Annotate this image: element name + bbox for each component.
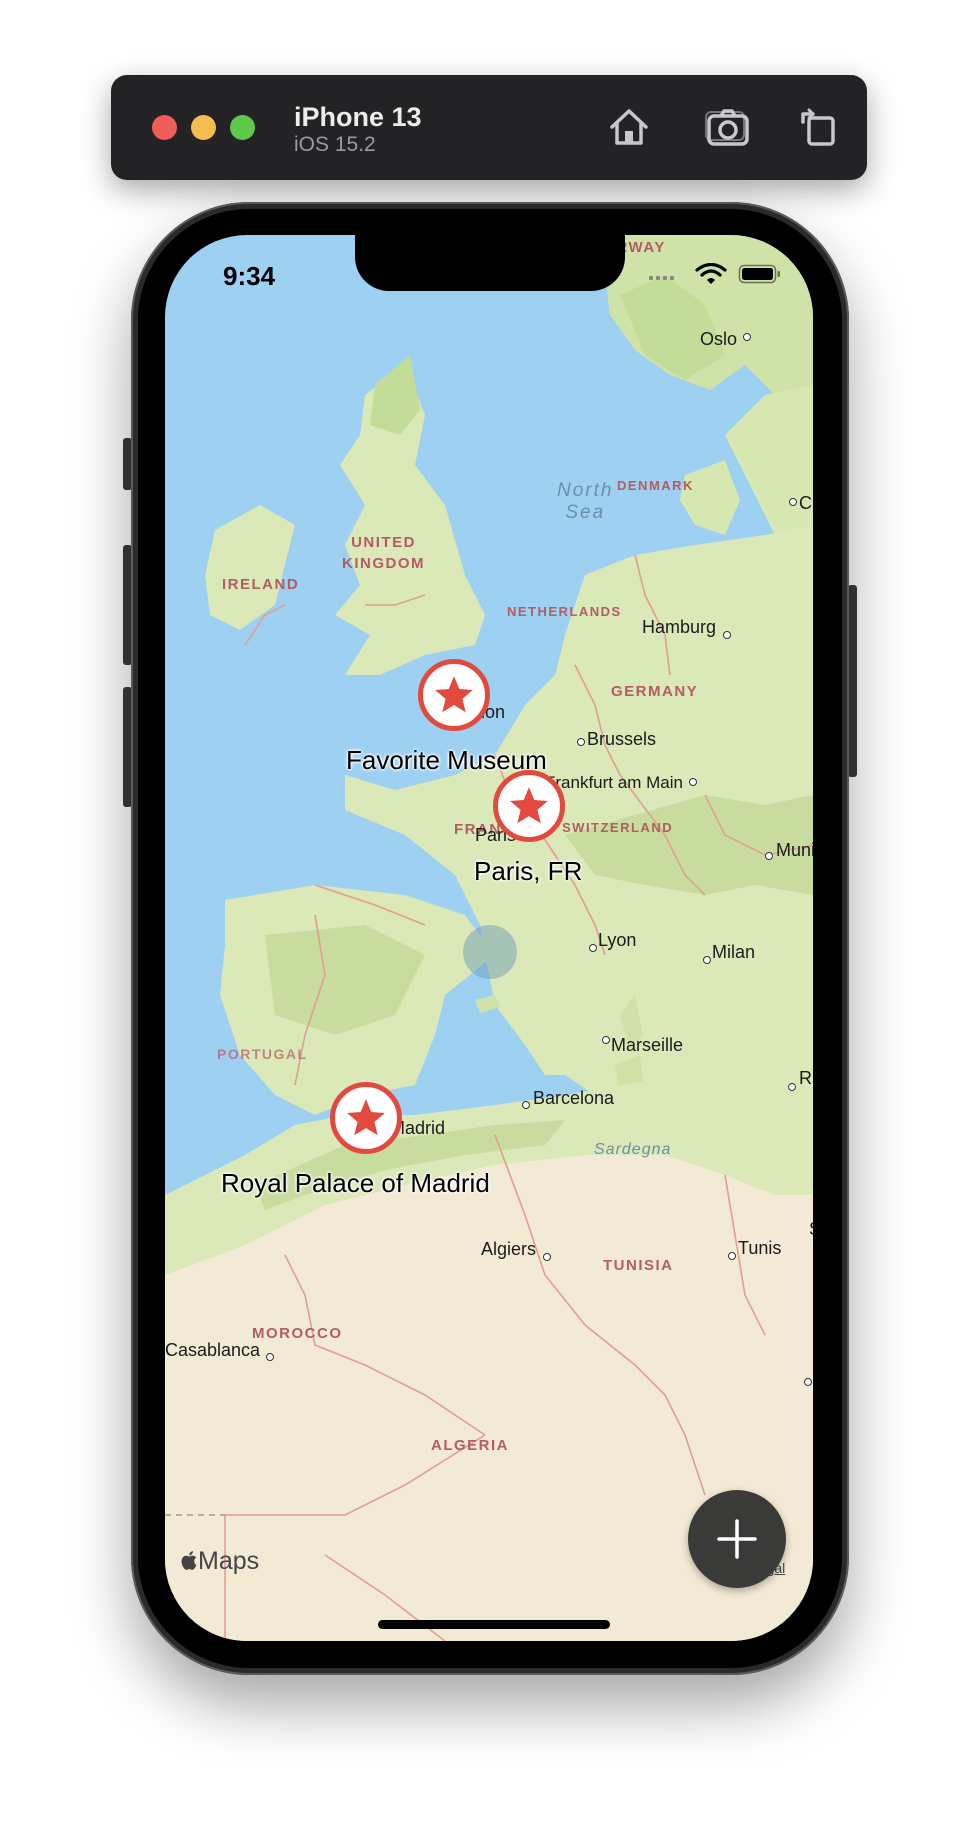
city-dot <box>728 1252 736 1260</box>
city-dot <box>589 944 597 952</box>
phone-screen: NORWAY DENMARK UNITED KINGDOM IRELAND NE… <box>165 235 813 1641</box>
city-dot <box>522 1101 530 1109</box>
city-dot <box>602 1036 610 1044</box>
home-icon <box>610 109 648 145</box>
minimize-window-button[interactable] <box>191 115 216 140</box>
city-dot <box>723 631 731 639</box>
apple-logo-icon <box>181 1551 197 1570</box>
star-icon <box>510 787 548 824</box>
country-label-germany: GERMANY <box>611 683 699 700</box>
map-pin-paris[interactable] <box>493 770 565 842</box>
country-label-portugal: PORTUGAL <box>217 1046 308 1062</box>
add-location-button[interactable] <box>688 1490 786 1588</box>
city-label-oslo: Oslo <box>700 329 738 349</box>
city-label-s: S <box>809 1219 813 1240</box>
city-label-marseille: Marseille <box>611 1035 684 1055</box>
country-label-netherlands: NETHERLANDS <box>507 604 622 619</box>
screenshot-icon <box>705 109 749 146</box>
city-dot <box>788 1083 796 1091</box>
pin-title-royal-palace[interactable]: Royal Palace of Madrid <box>221 1168 490 1199</box>
city-dot <box>689 778 697 786</box>
notch <box>355 235 625 291</box>
plus-icon <box>717 1519 757 1559</box>
star-icon <box>435 676 473 713</box>
battery-icon <box>738 264 780 284</box>
star-icon <box>347 1099 385 1136</box>
country-label-tunisia: TUNISIA <box>603 1257 674 1274</box>
map-pin-royal-palace[interactable] <box>330 1082 402 1154</box>
city-dot <box>804 1378 812 1386</box>
screenshot-button[interactable] <box>701 100 755 154</box>
status-time: 9:34 <box>223 261 276 291</box>
map-pin-favorite-museum[interactable] <box>418 659 490 731</box>
country-label-ireland: IRELAND <box>222 576 300 593</box>
home-indicator[interactable] <box>378 1620 610 1629</box>
cellular-icon <box>649 276 674 280</box>
city-dot <box>789 498 797 506</box>
city-label-r: R <box>799 1068 812 1088</box>
city-label-c: C <box>799 493 812 513</box>
city-dot <box>266 1353 274 1361</box>
pin-title-paris[interactable]: Paris, FR <box>474 856 582 887</box>
wifi-icon <box>695 263 727 284</box>
city-dot <box>577 738 585 746</box>
home-button[interactable] <box>602 100 656 154</box>
city-dot <box>703 956 711 964</box>
rotate-icon <box>801 108 835 146</box>
zoom-window-button[interactable] <box>230 115 255 140</box>
country-label-algeria: ALGERIA <box>431 1437 509 1454</box>
device-name: iPhone 13 <box>294 102 422 132</box>
city-label-tunis: Tunis <box>738 1238 782 1258</box>
city-label-casablanca: Casablanca <box>165 1340 261 1360</box>
power-button <box>848 585 857 777</box>
sea-label-north-sea: North Sea <box>557 480 614 523</box>
apple-maps-attribution: Maps <box>180 1547 259 1576</box>
country-label-morocco: MOROCCO <box>252 1325 343 1342</box>
country-label-switzerland: SWITZERLAND <box>562 820 674 835</box>
city-label-barcelona: Barcelona <box>533 1088 615 1108</box>
user-location-indicator <box>463 925 517 979</box>
city-dot <box>743 333 751 341</box>
simulator-toolbar: iPhone 13 iOS 15.2 <box>111 75 867 180</box>
city-label-brussels: Brussels <box>587 729 657 749</box>
city-dot <box>543 1253 551 1261</box>
city-label-milan: Milan <box>712 942 756 962</box>
rotate-button[interactable] <box>791 100 845 154</box>
maps-wordmark: Maps <box>198 1547 260 1575</box>
city-label-frankfurt: Frankfurt am Main <box>545 773 683 792</box>
city-dot <box>765 852 773 860</box>
island-label-sardegna: Sardegna <box>594 1141 672 1158</box>
close-window-button[interactable] <box>152 115 177 140</box>
city-label-hamburg: Hamburg <box>642 617 717 637</box>
city-label-lyon: Lyon <box>598 930 637 950</box>
status-icons <box>649 263 780 284</box>
country-label-uk: UNITED KINGDOM <box>342 534 425 572</box>
city-label-algiers: Algiers <box>481 1239 537 1259</box>
city-label-muni: Muni <box>776 840 813 860</box>
os-version: iOS 15.2 <box>294 133 376 156</box>
country-label-denmark: DENMARK <box>617 478 694 493</box>
